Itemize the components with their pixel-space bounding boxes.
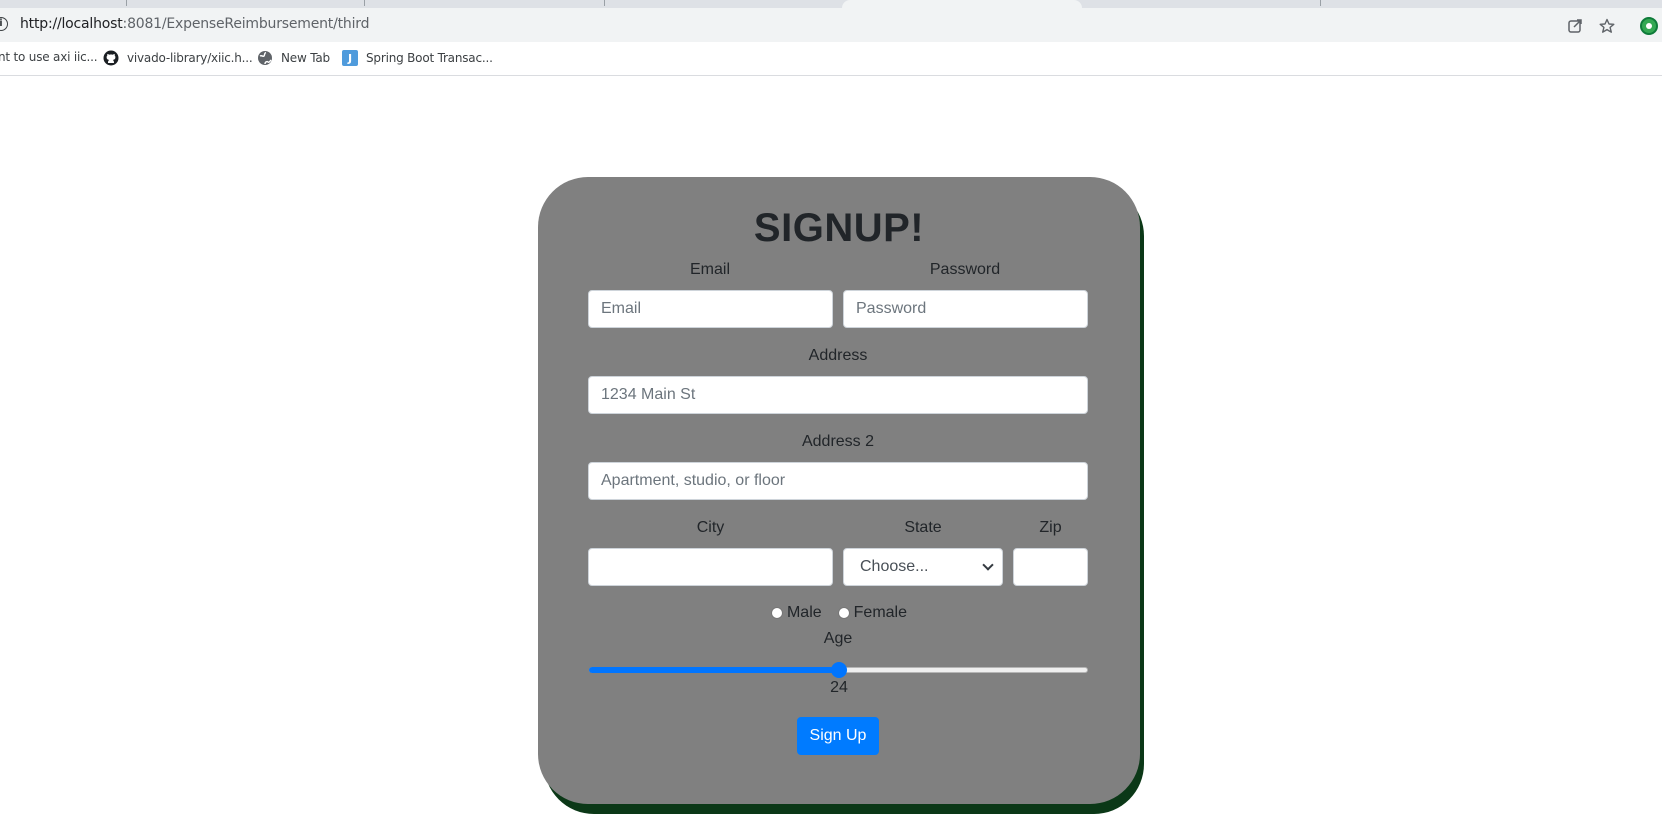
zip-input[interactable] [1013,548,1088,586]
address-input[interactable] [588,376,1088,414]
gender-radio-group: Male Female [538,604,1140,622]
password-input[interactable] [843,290,1088,328]
city-input[interactable] [588,548,833,586]
zip-label: Zip [1039,519,1062,536]
age-value: 24 [830,679,848,696]
globe-icon [257,50,273,66]
site-info-icon[interactable]: i [0,17,8,31]
slider-thumb[interactable] [830,662,847,678]
password-label: Password [929,261,1001,278]
email-label: Email [689,261,730,278]
state-selected-value: Choose... [860,558,929,575]
radio-female[interactable] [837,607,850,619]
bookmarks-bar: nt to use axi iic... vivado-library/xiic… [0,42,1662,76]
bookmark-item[interactable]: New Tab [257,50,330,66]
tab-strip [0,0,1662,12]
sign-up-button[interactable]: Sign Up [797,717,879,755]
tab-separator [604,0,605,6]
address-label: Address [808,347,868,364]
tab-separator [364,0,365,6]
url-text[interactable]: http://localhost:8081/ExpenseReimburseme… [20,16,369,32]
bookmark-label: Spring Boot Transac... [366,51,493,65]
address2-input[interactable] [588,462,1088,500]
signup-card: SIGNUP! Email Password Address Address 2… [538,177,1140,804]
tab-separator [1320,0,1321,6]
radio-male-label: Male [786,604,822,621]
state-select[interactable]: Choose... [843,548,1003,586]
bookmark-label: nt to use axi iic... [0,50,98,64]
state-label: State [904,519,942,536]
bookmark-label: vivado-library/xiic.h... [127,51,253,65]
gender-option-female[interactable]: Female [837,604,908,622]
browser-toolbar: i http://localhost:8081/ExpenseReimburse… [0,8,1662,42]
bookmark-item[interactable]: vivado-library/xiic.h... [103,50,253,66]
radio-male[interactable] [770,607,783,619]
address2-label: Address 2 [801,433,875,450]
bookmark-item[interactable]: J Spring Boot Transac... [342,50,493,66]
slider-fill [589,667,839,673]
bookmark-star-icon[interactable] [1598,17,1616,35]
bookmark-label: New Tab [281,51,330,65]
share-icon[interactable] [1566,17,1584,35]
chevron-down-icon [982,559,994,571]
tab-separator [126,0,127,6]
age-label: Age [823,630,853,647]
extension-icon[interactable] [1640,17,1658,35]
j-logo-icon: J [342,50,358,66]
age-slider[interactable] [589,662,1088,678]
page-title: SIGNUP! [753,206,925,250]
bookmark-item[interactable]: nt to use axi iic... [0,50,98,64]
github-icon [103,50,119,66]
email-input[interactable] [588,290,833,328]
gender-option-male[interactable]: Male [770,604,822,622]
radio-female-label: Female [853,604,908,621]
address-bar[interactable]: i http://localhost:8081/ExpenseReimburse… [0,11,1624,39]
city-label: City [696,519,725,536]
